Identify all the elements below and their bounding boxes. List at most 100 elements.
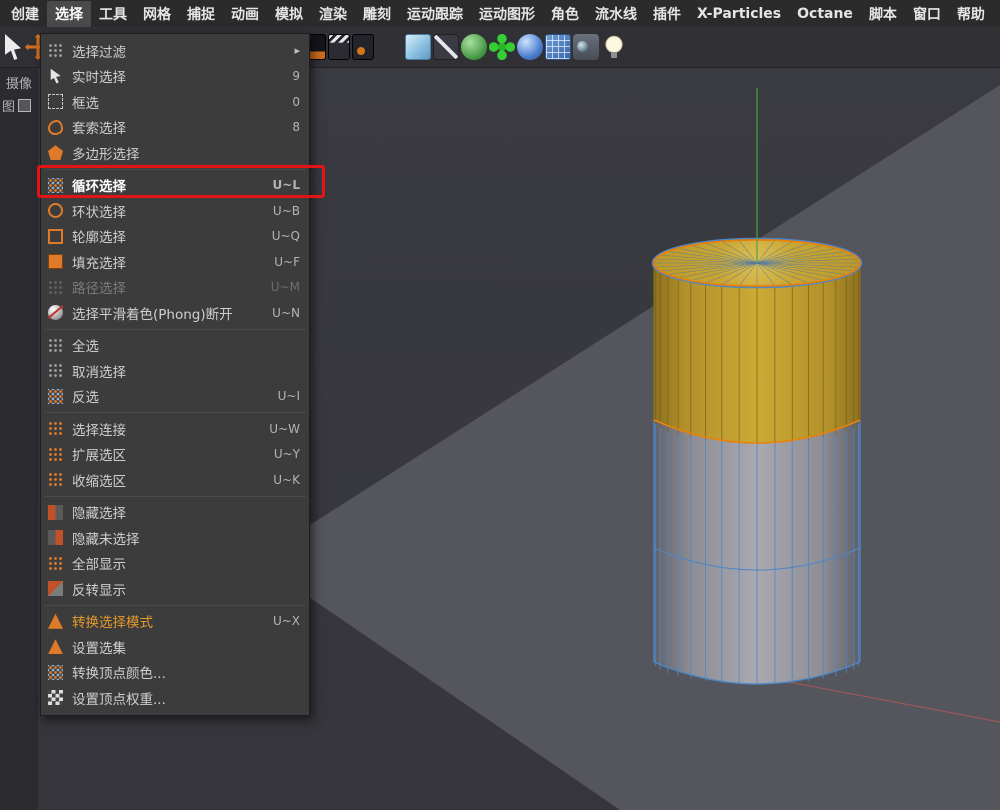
menu-item-label: 全部显示: [72, 553, 300, 573]
array-grid-icon[interactable]: [545, 34, 571, 60]
loop-selection-icon: [48, 178, 63, 193]
menubar-item-工具[interactable]: 工具: [91, 1, 135, 27]
unhide-all-icon: [48, 556, 63, 571]
menubar-item-渲染[interactable]: 渲染: [311, 1, 355, 27]
menubar-item-选择[interactable]: 选择: [47, 1, 91, 27]
menu-item-shortcut: U~B: [273, 204, 300, 218]
menu-item-path-selection: 路径选择U~M: [41, 275, 309, 301]
menu-item-label: 转换顶点颜色...: [72, 662, 300, 682]
ring-selection-icon: [48, 203, 63, 218]
menu-item-ring-selection[interactable]: 环状选择 U~B: [41, 198, 309, 224]
menu-separator: [44, 329, 306, 330]
menu-item-set-selection[interactable]: 设置选集: [41, 634, 309, 660]
menu-item-label: 反转显示: [72, 579, 300, 599]
grow-selection-icon: [48, 447, 63, 462]
menu-item-invert-selection[interactable]: 反选 U~I: [41, 384, 309, 410]
menu-item-hide-selected[interactable]: 隐藏选择: [41, 500, 309, 526]
menu-item-label: 框选: [72, 92, 284, 112]
fill-selection-icon: [48, 254, 63, 269]
menu-item-label: 轮廓选择: [72, 226, 264, 246]
mograph-clone-icon[interactable]: [489, 34, 515, 60]
menu-item-label: 转换选择模式: [72, 611, 265, 631]
menu-item-label: 隐藏选择: [72, 502, 300, 522]
menubar-item-Octane[interactable]: Octane: [789, 3, 861, 25]
select-connected-icon: [48, 421, 63, 436]
menubar: 创建选择工具网格捕捉动画模拟渲染雕刻运动跟踪运动图形角色流水线插件X-Parti…: [0, 0, 1000, 27]
menu-item-loop-selection[interactable]: 循环选择U~L: [41, 173, 309, 199]
menu-item-label: 路径选择: [72, 277, 263, 297]
menu-item-selection-filter[interactable]: 选择过滤▸: [41, 38, 309, 64]
menu-item-label: 套索选择: [72, 117, 284, 137]
vertex-color-icon: [48, 665, 63, 680]
menu-item-select-connected[interactable]: 选择连接 U~W: [41, 416, 309, 442]
menu-item-unhide-all[interactable]: 全部显示: [41, 551, 309, 577]
menu-item-shortcut: U~W: [269, 422, 300, 436]
menubar-item-角色[interactable]: 角色: [543, 1, 587, 27]
menu-item-label: 选择连接: [72, 419, 261, 439]
menu-item-label: 环状选择: [72, 201, 265, 221]
menubar-item-雕刻[interactable]: 雕刻: [355, 1, 399, 27]
menu-item-label: 多边形选择: [72, 143, 300, 163]
menu-item-select-all[interactable]: 全选: [41, 333, 309, 359]
hide-unselected-icon: [48, 530, 63, 545]
menu-separator: [44, 169, 306, 170]
live-selection-icon: [48, 69, 63, 84]
menubar-item-运动图形[interactable]: 运动图形: [471, 1, 543, 27]
menu-item-set-vertex-weight[interactable]: 设置顶点权重...: [41, 685, 309, 711]
menu-item-convert-selection-mode[interactable]: 转换选择模式 U~X: [41, 609, 309, 635]
menu-item-shortcut: U~I: [278, 389, 300, 403]
menubar-item-创建[interactable]: 创建: [3, 1, 47, 27]
menu-item-shortcut: U~X: [273, 614, 300, 628]
menubar-item-捕捉[interactable]: 捕捉: [179, 1, 223, 27]
menu-item-live-selection[interactable]: 实时选择9: [41, 64, 309, 90]
menu-item-polygon-selection[interactable]: 多边形选择: [41, 140, 309, 166]
viewport-camera-menu[interactable]: 摄像: [6, 73, 32, 92]
menu-item-lasso-selection[interactable]: 套索选择8: [41, 115, 309, 141]
menu-item-shrink-selection[interactable]: 收缩选区U~K: [41, 467, 309, 493]
invert-visibility-icon: [48, 581, 63, 596]
menu-item-label: 取消选择: [72, 361, 300, 381]
menubar-item-模拟[interactable]: 模拟: [267, 1, 311, 27]
cylinder-object[interactable]: [653, 239, 862, 685]
camera-tool-icon[interactable]: [573, 34, 599, 60]
menu-item-label: 扩展选区: [72, 444, 266, 464]
menu-item-label: 循环选择: [72, 175, 265, 195]
view-panel-icon[interactable]: [18, 99, 31, 112]
menu-item-deselect-all[interactable]: 取消选择: [41, 358, 309, 384]
menubar-item-流水线[interactable]: 流水线: [587, 1, 645, 27]
motion-clip-icon[interactable]: [352, 34, 374, 60]
deformer-sphere-icon[interactable]: [517, 34, 543, 60]
menubar-item-动画[interactable]: 动画: [223, 1, 267, 27]
menu-item-invert-visibility[interactable]: 反转显示: [41, 576, 309, 602]
menubar-item-X-Particles[interactable]: X-Particles: [689, 3, 789, 25]
cursor-tool-icon[interactable]: [3, 34, 23, 60]
polygon-object-icon[interactable]: [461, 34, 487, 60]
menu-item-hide-unselected[interactable]: 隐藏未选择: [41, 525, 309, 551]
select-menu: 选择过滤▸实时选择9框选0套索选择8多边形选择循环选择U~L环状选择 U~B 轮廓选…: [40, 33, 310, 716]
menu-item-outline-selection[interactable]: 轮廓选择U~Q: [41, 224, 309, 250]
pen-tool-icon[interactable]: [433, 34, 459, 60]
menu-item-label: 实时选择: [72, 66, 284, 86]
menu-item-rectangle-selection[interactable]: 框选0: [41, 89, 309, 115]
filter-icon: [48, 43, 63, 58]
select-all-icon: [48, 338, 63, 353]
menu-item-fill-selection[interactable]: 填充选择U~F: [41, 249, 309, 275]
application-window: 创建选择工具网格捕捉动画模拟渲染雕刻运动跟踪运动图形角色流水线插件X-Parti…: [0, 0, 1000, 810]
menu-item-convert-vertex-color[interactable]: 转换顶点颜色...: [41, 660, 309, 686]
menubar-item-插件[interactable]: 插件: [645, 1, 689, 27]
menu-item-phong-break-selection[interactable]: 选择平滑着色(Phong)断开U~N: [41, 300, 309, 326]
phong-break-icon: [48, 305, 63, 320]
menu-item-label: 收缩选区: [72, 470, 265, 490]
viewport-left-strip: 摄像 图: [0, 68, 38, 810]
menu-item-label: 隐藏未选择: [72, 528, 300, 548]
menu-item-grow-selection[interactable]: 扩展选区U~Y: [41, 442, 309, 468]
menubar-item-网格[interactable]: 网格: [135, 1, 179, 27]
light-tool-icon[interactable]: [601, 34, 627, 60]
cube-primitive-icon[interactable]: [405, 34, 431, 60]
menubar-item-帮助[interactable]: 帮助: [949, 1, 993, 27]
menubar-item-窗口[interactable]: 窗口: [905, 1, 949, 27]
menubar-item-脚本[interactable]: 脚本: [861, 1, 905, 27]
menubar-item-运动跟踪[interactable]: 运动跟踪: [399, 1, 471, 27]
menu-item-label: 反选: [72, 386, 270, 406]
clapboard-icon[interactable]: [328, 34, 350, 60]
